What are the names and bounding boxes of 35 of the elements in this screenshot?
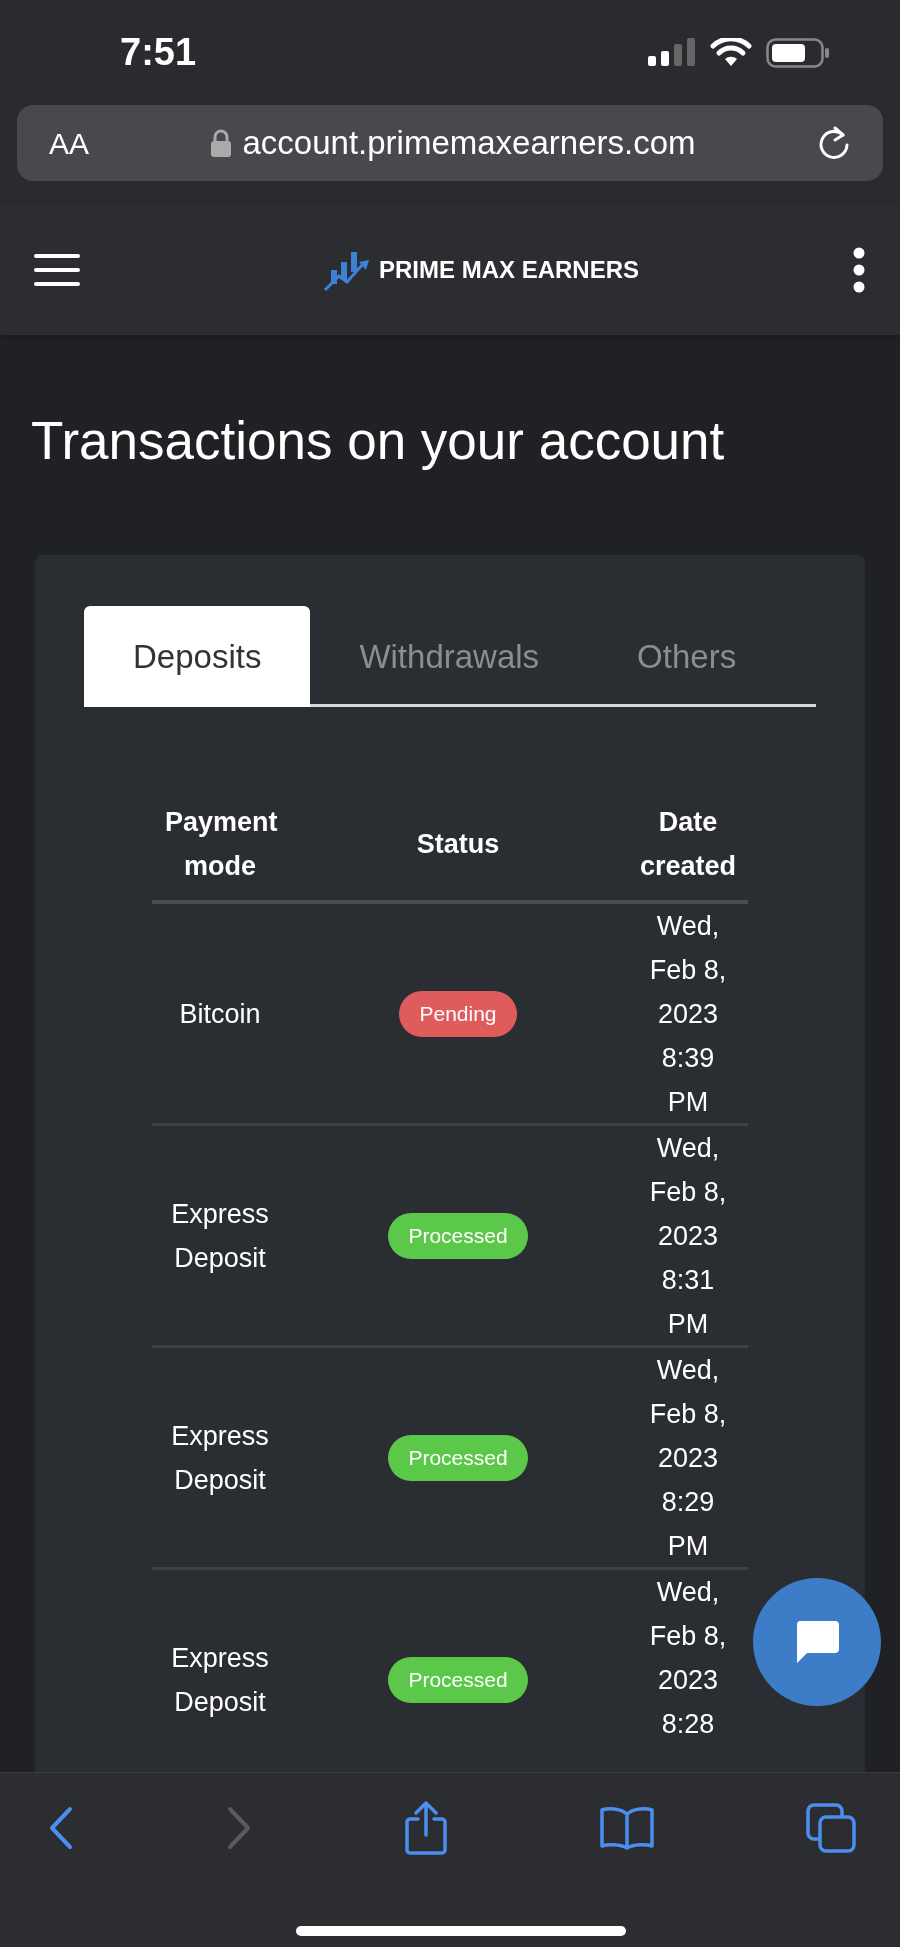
tab[interactable]: Withdrawals bbox=[310, 606, 589, 707]
tab[interactable]: Deposits bbox=[84, 606, 311, 707]
table-cell-text: Wed, Feb 8, 2023 8:29 PM bbox=[648, 1354, 728, 1563]
status-time: 7:51 bbox=[120, 30, 197, 75]
signal-icon bbox=[648, 37, 696, 68]
table-cell-text: Express Deposit bbox=[170, 1641, 270, 1719]
url-text: account.primemaxearners.com bbox=[242, 123, 696, 164]
table-cell-text: Wed, Feb 8, 2023 8:28 bbox=[648, 1576, 728, 1741]
brand-name: PRIME MAX EARNERS bbox=[379, 255, 639, 285]
column-header: Date created bbox=[638, 805, 738, 883]
tab[interactable]: Others bbox=[588, 606, 786, 707]
wifi-icon bbox=[710, 37, 752, 68]
menu-icon[interactable] bbox=[34, 252, 80, 288]
column-header: Status bbox=[416, 827, 500, 861]
page-title: Transactions on your account bbox=[31, 410, 726, 472]
status-badge: Processed bbox=[388, 1656, 528, 1703]
status-badge: Processed bbox=[388, 1212, 528, 1259]
tabs-icon[interactable] bbox=[806, 1803, 856, 1853]
text-size-button[interactable]: AA bbox=[49, 120, 90, 166]
status-badge: Processed bbox=[388, 1434, 528, 1481]
reload-icon[interactable] bbox=[817, 125, 851, 161]
battery-icon bbox=[766, 37, 830, 68]
status-badge: Pending bbox=[399, 990, 517, 1037]
chat-bubble-icon bbox=[795, 1621, 839, 1663]
share-icon[interactable] bbox=[404, 1801, 448, 1855]
table-cell-text: Express Deposit bbox=[170, 1419, 270, 1497]
table-cell-text: Express Deposit bbox=[170, 1197, 270, 1275]
lock-icon bbox=[210, 129, 231, 157]
table-cell-text: Wed, Feb 8, 2023 8:31 PM bbox=[648, 1132, 728, 1341]
bookmarks-icon[interactable] bbox=[600, 1806, 654, 1850]
address-bar[interactable]: AA account.primemaxearners.com bbox=[17, 105, 883, 181]
table-cell-text: Wed, Feb 8, 2023 8:39 PM bbox=[648, 910, 728, 1119]
more-options-icon[interactable] bbox=[852, 247, 866, 293]
table-cell-text: Bitcoin bbox=[178, 997, 262, 1031]
back-icon[interactable] bbox=[48, 1806, 74, 1850]
